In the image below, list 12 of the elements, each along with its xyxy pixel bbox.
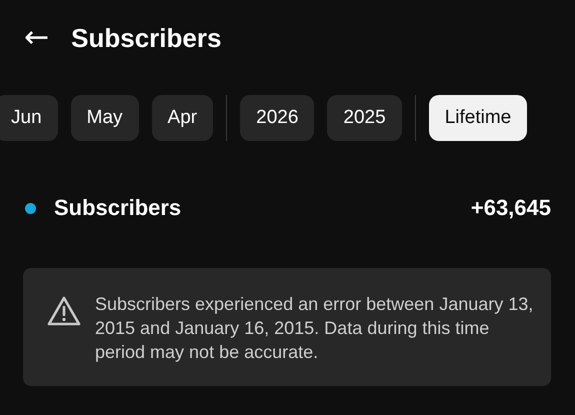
filter-chip[interactable]: 2025 [327, 95, 402, 141]
back-button[interactable]: ← [24, 23, 50, 53]
metric-label: Subscribers [54, 195, 182, 221]
page-title: Subscribers [71, 22, 222, 54]
filter-chip[interactable]: 2026 [240, 95, 314, 141]
filter-chip[interactable]: Apr [152, 95, 214, 141]
filter-chip[interactable]: Lifetime [428, 95, 528, 141]
filter-chip[interactable]: Jun [0, 95, 58, 141]
filter-chip[interactable]: May [70, 95, 139, 141]
warning-icon [47, 296, 81, 326]
notice-text: Subscribers experienced an error between January 13, 2015 and January 16, 2015. Data during this time period may not be accurate. [95, 293, 534, 364]
metric-value: +63,645 [470, 195, 551, 221]
